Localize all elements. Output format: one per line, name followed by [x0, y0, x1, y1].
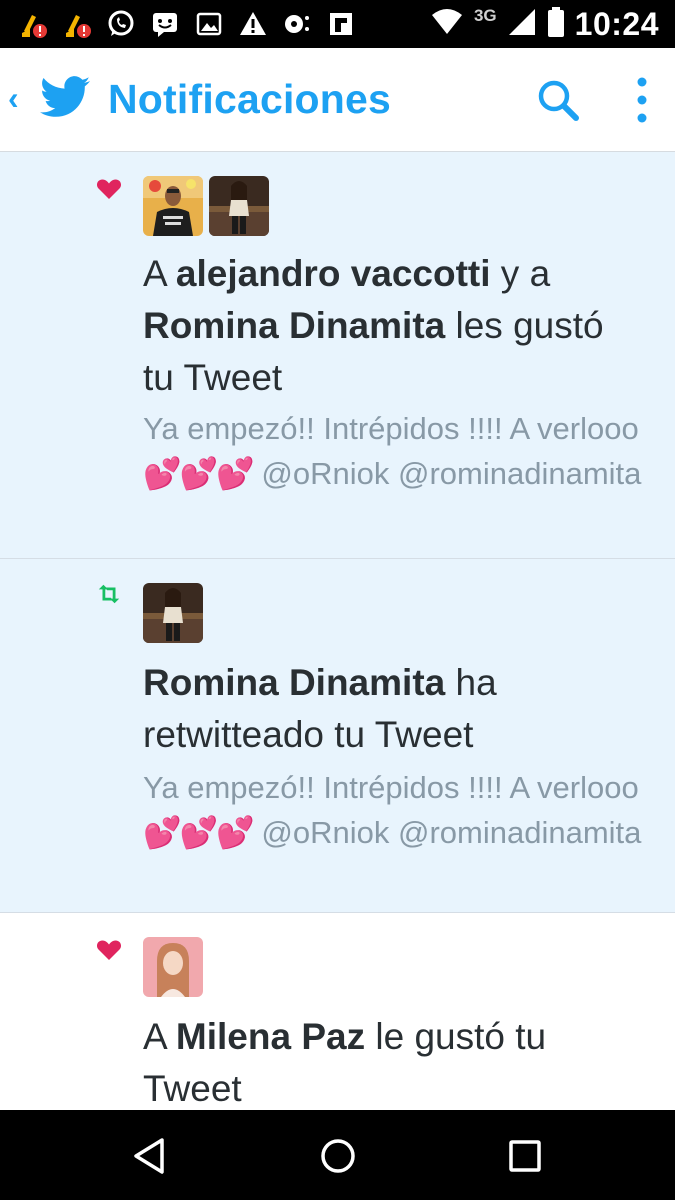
tweet-mentions: @oRniok @rominadinamita	[252, 815, 642, 850]
notification-item[interactable]: A Milena Paz le gustó tu Tweet	[0, 913, 675, 1110]
network-type-label: 3G	[473, 5, 497, 25]
notification-headline: A alejandro vaccotti y a Romina Dinamita…	[143, 248, 643, 404]
notification-item[interactable]: Romina Dinamita ha retwitteado tu Tweet …	[0, 559, 675, 913]
page-title: Notificaciones	[108, 76, 392, 122]
tweet-mentions: @oRniok @rominadinamita	[252, 456, 642, 491]
user-name-link[interactable]: Romina Dinamita	[143, 662, 445, 703]
wifi-icon	[430, 7, 464, 42]
recents-square-icon[interactable]	[503, 1134, 547, 1178]
user-name-link[interactable]: Milena Paz	[176, 1016, 365, 1057]
headline-middle: y a	[490, 253, 551, 294]
tweet-text: Ya empezó!! Intrépidos !!!! A verlooo	[143, 411, 639, 446]
battery-icon	[547, 6, 565, 43]
cleaner-alert-icon	[16, 8, 50, 40]
whatsapp-icon	[104, 8, 138, 40]
search-icon[interactable]	[536, 78, 580, 122]
twitter-bird-icon[interactable]	[40, 76, 90, 118]
system-nav-bar	[0, 1110, 675, 1200]
notification-headline: A Milena Paz le gustó tu Tweet	[143, 1011, 643, 1110]
notification-item[interactable]: A alejandro vaccotti y a Romina Dinamita…	[0, 152, 675, 559]
messenger-icon	[148, 8, 182, 40]
headline-prefix: A	[143, 1016, 176, 1057]
avatar-romina[interactable]	[143, 583, 203, 643]
user-name-link[interactable]: alejandro vaccotti	[176, 253, 491, 294]
heart-icon	[96, 940, 122, 960]
clock: 10:24	[574, 6, 659, 42]
heart-icon	[96, 179, 122, 199]
headline-prefix: A	[143, 253, 176, 294]
user-name-link[interactable]: Romina Dinamita	[143, 305, 445, 346]
hearts-emoji: 💕💕💕	[143, 456, 255, 491]
avatar-group	[143, 583, 203, 643]
tweet-preview[interactable]: Ya empezó!! Intrépidos !!!! A verlooo 💕💕💕…	[143, 406, 643, 496]
notification-headline: Romina Dinamita ha retwitteado tu Tweet	[143, 657, 643, 761]
retweet-icon	[98, 584, 120, 604]
tweet-text: Ya empezó!! Intrépidos !!!! A verlooo	[143, 770, 639, 805]
more-vertical-icon[interactable]	[624, 74, 660, 126]
avatar-romina[interactable]	[209, 176, 269, 236]
notifications-list[interactable]: A alejandro vaccotti y a Romina Dinamita…	[0, 152, 675, 1110]
app-bar: ‹ Notificaciones	[0, 48, 675, 152]
avatar-group	[143, 176, 269, 236]
hearts-emoji: 💕💕💕	[143, 815, 255, 850]
avatar-milena[interactable]	[143, 937, 203, 997]
warning-icon	[236, 8, 270, 40]
signal-icon	[507, 7, 537, 42]
avatar-group	[143, 937, 203, 997]
voicemail-icon	[280, 8, 314, 40]
flipboard-icon	[324, 8, 358, 40]
gallery-icon	[192, 8, 226, 40]
back-triangle-icon[interactable]	[128, 1134, 172, 1178]
cleaner-alert-icon	[60, 8, 94, 40]
chevron-left-icon[interactable]: ‹	[8, 82, 19, 114]
status-bar: 3G 10:24	[0, 0, 675, 48]
tweet-preview[interactable]: Ya empezó!! Intrépidos !!!! A verlooo 💕💕💕…	[143, 765, 643, 855]
avatar-alejandro[interactable]	[143, 176, 203, 236]
home-circle-icon[interactable]	[316, 1134, 360, 1178]
